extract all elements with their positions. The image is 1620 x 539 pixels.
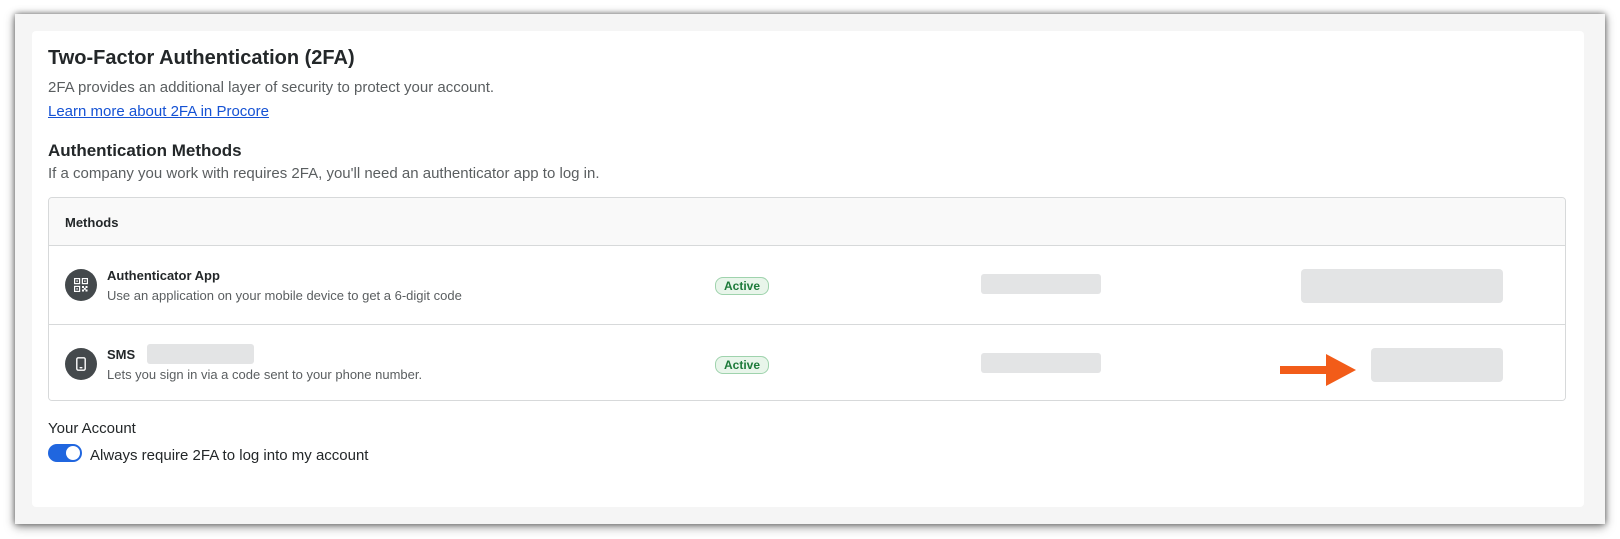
- method-name: SMS: [107, 347, 136, 362]
- method-row-authenticator-app: Authenticator App Use an application on …: [49, 246, 1565, 325]
- sms-action-button[interactable]: [1371, 348, 1503, 382]
- status-badge: Active: [715, 356, 770, 374]
- your-account-label: Your Account: [48, 420, 136, 437]
- method-description: Lets you sign in via a code sent to your…: [107, 367, 423, 382]
- app-window: Two-Factor Authentication (2FA) 2FA prov…: [15, 14, 1605, 524]
- methods-table: Methods Authenticator App Use an applica…: [48, 197, 1566, 401]
- methods-column-header: Methods: [65, 215, 119, 230]
- status-badge: Active: [715, 277, 770, 295]
- require-2fa-toggle-label: Always require 2FA to log into my accoun…: [90, 447, 369, 464]
- orange-arrow-icon: [1280, 354, 1356, 386]
- method-row-sms: SMS Lets you sign in via a code sent to …: [49, 325, 1565, 400]
- phone-number-placeholder: [147, 344, 254, 364]
- authenticator-app-action-button[interactable]: [1301, 269, 1503, 303]
- learn-more-link[interactable]: Learn more about 2FA in Procore: [48, 103, 269, 120]
- toggle-knob: [66, 446, 80, 460]
- page-description: 2FA provides an additional layer of secu…: [48, 79, 495, 96]
- method-name: Authenticator App: [107, 268, 220, 283]
- methods-section-description: If a company you work with requires 2FA,…: [48, 165, 600, 182]
- two-factor-card: Two-Factor Authentication (2FA) 2FA prov…: [32, 31, 1584, 507]
- table-header: Methods: [49, 198, 1565, 246]
- method-info-placeholder: [981, 274, 1101, 294]
- method-info-placeholder: [981, 353, 1101, 373]
- require-2fa-toggle[interactable]: [48, 444, 82, 462]
- methods-section-title: Authentication Methods: [48, 141, 242, 160]
- qr-code-icon: [65, 269, 97, 301]
- mobile-phone-icon: [65, 348, 97, 380]
- method-description: Use an application on your mobile device…: [107, 288, 462, 303]
- page-title: Two-Factor Authentication (2FA): [48, 47, 355, 69]
